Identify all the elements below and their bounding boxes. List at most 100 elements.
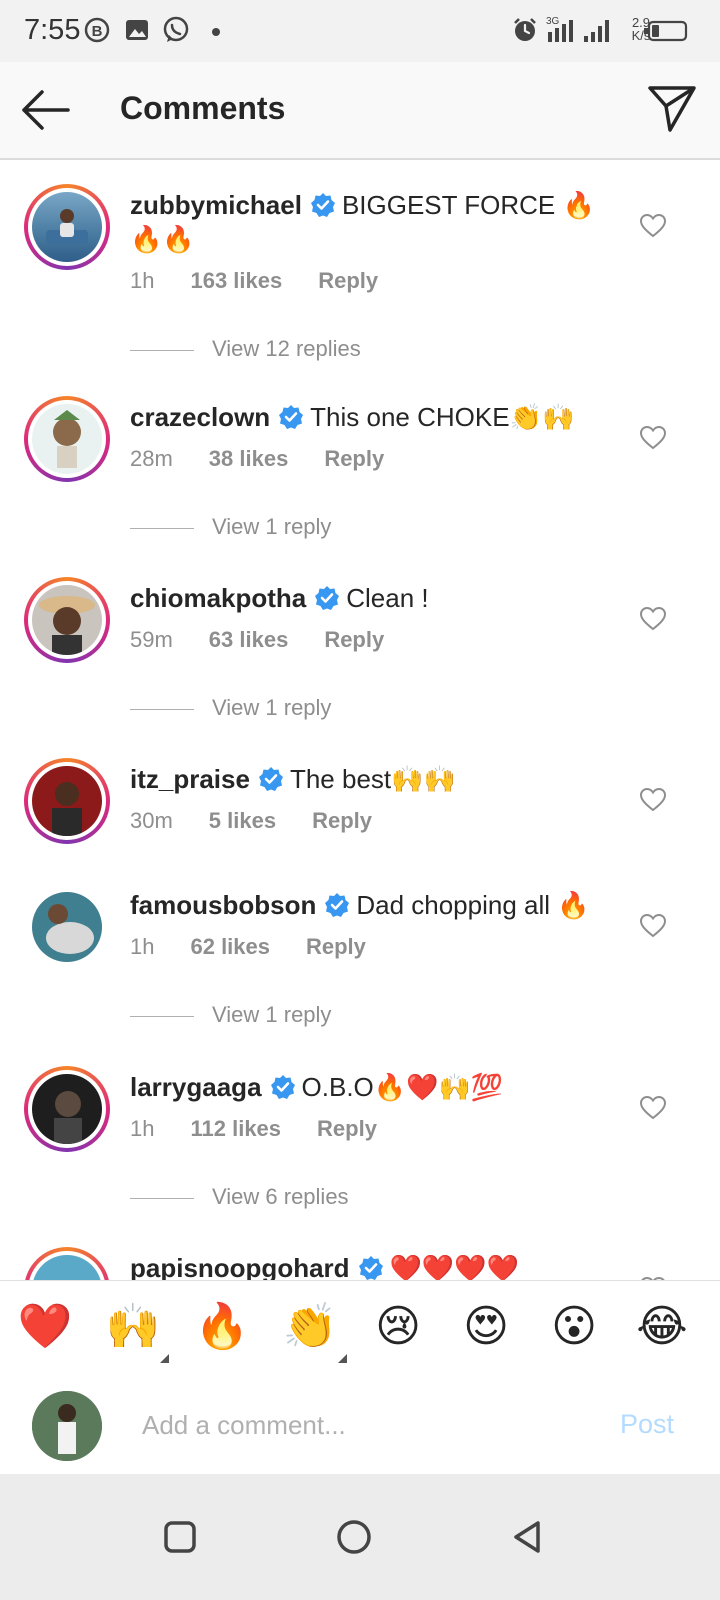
comment-username[interactable]: crazeclown [130,402,270,432]
comment-username[interactable]: zubbymichael [130,190,302,220]
comment-text: larrygaaga O.B.O🔥❤️🙌💯 [130,1070,600,1104]
b-circle-icon: B [84,17,110,43]
comment-body: Clean ! [346,583,429,613]
comment-meta: 59m 63 likes Reply [130,627,420,653]
comment-composer: Post [0,1377,720,1474]
comment-body: Dad chopping all 🔥 [356,890,590,920]
comment-username[interactable]: itz_praise [130,764,250,794]
reaction-clap[interactable]: 👏 [282,1301,338,1353]
signal-3g-icon: 3G [546,16,573,42]
back-arrow-icon[interactable] [18,86,74,134]
avatar[interactable] [24,396,110,482]
comment-text: famousbobson Dad chopping all 🔥 [130,888,600,922]
comment-time: 1h [130,1116,155,1141]
verified-badge-icon [258,767,283,791]
reply-button[interactable]: Reply [318,268,378,293]
reaction-surprised[interactable]: 😮 [546,1301,602,1353]
avatar[interactable] [32,892,102,962]
notification-dot [212,28,220,36]
comment-likes[interactable]: 5 likes [209,808,276,833]
comment-text: chiomakpotha Clean ! [130,581,600,615]
reaction-raised-hands[interactable]: 🙌 [105,1301,161,1353]
comment-body: ❤️❤️❤️❤️ [389,1253,520,1283]
gallery-icon [126,20,148,40]
comment-meta: 1h 163 likes Reply [130,268,414,294]
app-header: Comments [0,62,720,160]
comments-list[interactable]: zubbymichael BIGGEST FORCE 🔥🔥🔥 1h 163 like… [0,162,720,1307]
reaction-heart-eyes[interactable]: 😍 [458,1301,514,1353]
comment-body: The best🙌🙌 [289,764,456,794]
home-icon[interactable] [334,1517,374,1557]
heart-icon[interactable] [640,914,666,938]
comment-text: itz_praise The best🙌🙌 [130,762,600,796]
heart-icon[interactable] [640,214,666,238]
comment-username[interactable]: famousbobson [130,890,316,920]
reply-button[interactable]: Reply [306,934,366,959]
comment-likes[interactable]: 62 likes [190,934,270,959]
heart-icon[interactable] [640,607,666,631]
comment-meta: 1h 112 likes Reply [130,1116,413,1142]
comment-time: 28m [130,446,173,471]
comment-meta: 30m 5 likes Reply [130,808,408,834]
comment-text: zubbymichael BIGGEST FORCE 🔥🔥🔥 [130,188,600,256]
current-user-avatar [32,1391,102,1461]
avatar[interactable] [24,577,110,663]
verified-badge-icon [325,893,350,917]
comment-likes[interactable]: 63 likes [209,627,289,652]
comment-time: 1h [130,934,155,959]
reply-button[interactable]: Reply [317,1116,377,1141]
comment-meta: 1h 62 likes Reply [130,934,402,960]
heart-icon[interactable] [640,426,666,450]
verified-badge-icon [279,405,304,429]
comment-body: O.B.O🔥❤️🙌💯 [301,1072,504,1102]
alarm-icon [514,18,536,41]
comment-likes[interactable]: 112 likes [190,1116,281,1141]
view-replies-button[interactable]: View 1 reply [130,1002,331,1028]
view-replies-button[interactable]: View 6 replies [130,1184,349,1210]
skin-tone-indicator [338,1354,347,1363]
reply-button[interactable]: Reply [324,627,384,652]
verified-badge-icon [358,1256,383,1280]
svg-text:3G: 3G [546,16,560,27]
svg-text:B: B [92,23,103,40]
comment-time: 59m [130,627,173,652]
comment-text: crazeclown This one CHOKE👏🙌 [130,400,600,434]
reaction-crying[interactable]: 😢 [370,1301,426,1353]
back-nav-icon[interactable] [508,1517,548,1557]
recent-apps-icon[interactable] [160,1517,200,1557]
avatar[interactable] [24,758,110,844]
comment-meta: 28m 38 likes Reply [130,446,420,472]
avatar[interactable] [24,184,110,270]
view-replies-button[interactable]: View 1 reply [130,514,331,540]
status-time: 7:55 [24,14,81,46]
page-title: Comments [120,90,286,126]
post-button[interactable]: Post [620,1409,674,1440]
comment-time: 30m [130,808,173,833]
comment-username[interactable]: larrygaaga [130,1072,262,1102]
verified-badge-icon [270,1075,295,1099]
battery-icon [644,20,688,42]
comment-username[interactable]: papisnoopgohard [130,1253,350,1283]
reaction-fire[interactable]: 🔥 [194,1301,250,1353]
heart-icon[interactable] [640,1096,666,1120]
comment-likes[interactable]: 163 likes [190,268,282,293]
skin-tone-indicator [160,1354,169,1363]
comment-input[interactable] [142,1407,572,1443]
comment-username[interactable]: chiomakpotha [130,583,306,613]
view-replies-button[interactable]: View 12 replies [130,336,361,362]
send-icon[interactable] [646,82,698,134]
reply-button[interactable]: Reply [324,446,384,471]
reaction-heart[interactable]: ❤️ [17,1301,73,1353]
avatar[interactable] [24,1066,110,1152]
whatsapp-icon [163,16,189,42]
comment-body: This one CHOKE👏🙌 [310,402,575,432]
quick-reactions-bar: ❤️ 🙌 🔥 👏 😢 😍 😮 😂 [0,1280,720,1378]
comment-time: 1h [130,268,155,293]
comment-likes[interactable]: 38 likes [209,446,289,471]
view-replies-button[interactable]: View 1 reply [130,695,331,721]
verified-badge-icon [310,193,335,217]
reply-button[interactable]: Reply [312,808,372,833]
verified-badge-icon [315,586,340,610]
heart-icon[interactable] [640,788,666,812]
reaction-laughing[interactable]: 😂 [634,1301,690,1353]
